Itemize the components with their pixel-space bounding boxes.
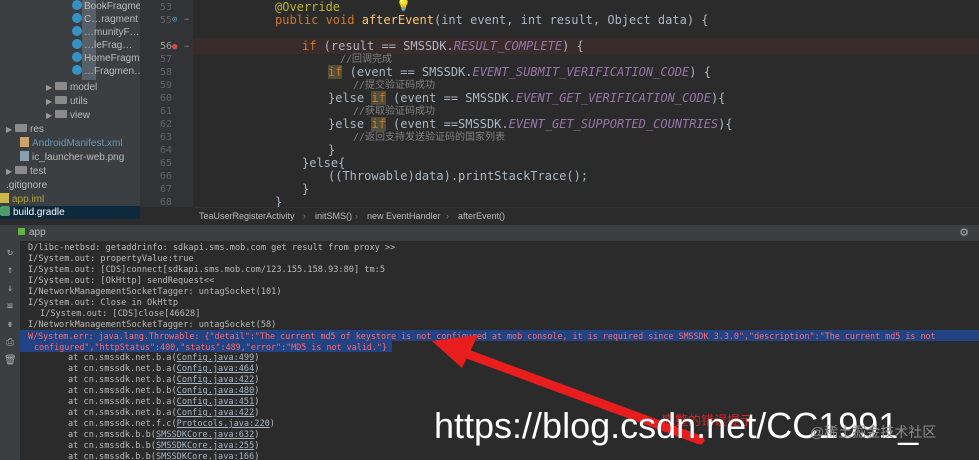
annotation-arrow <box>432 335 705 445</box>
watermark-small: @稀土掘金技术社区 <box>810 424 937 440</box>
